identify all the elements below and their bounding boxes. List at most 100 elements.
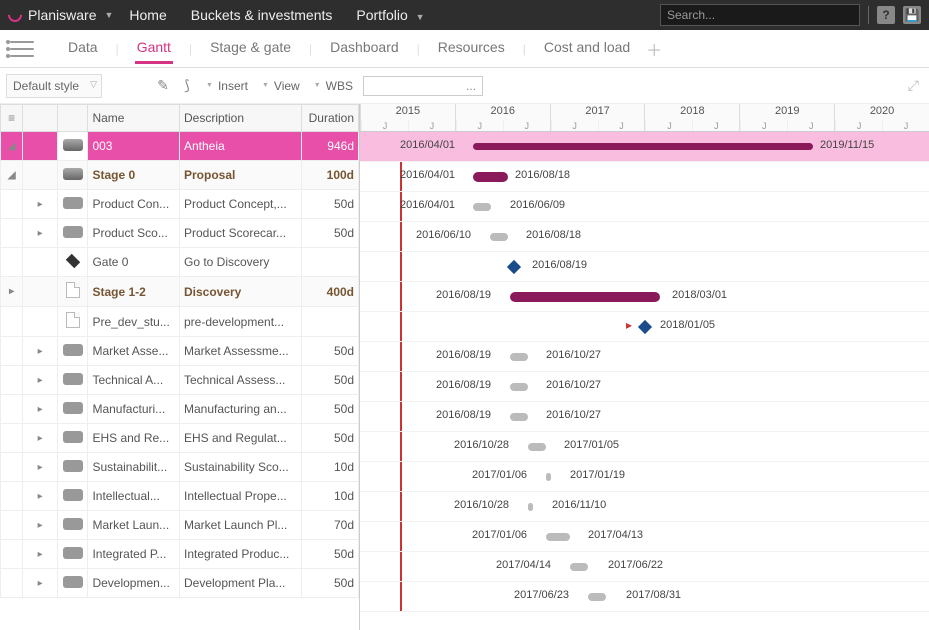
save-icon[interactable]: 💾 xyxy=(903,6,921,24)
expand-toggle-2[interactable] xyxy=(23,277,58,307)
expand-toggle[interactable] xyxy=(1,219,23,248)
col-head-expand[interactable]: ≡ xyxy=(1,105,23,132)
expand-toggle[interactable] xyxy=(1,453,23,482)
tab-dashboard[interactable]: Dashboard xyxy=(328,33,401,64)
gantt-bar[interactable] xyxy=(473,203,491,211)
table-row[interactable]: ▸Product Sco...Product Scorecar...50d xyxy=(1,219,359,248)
table-row[interactable]: ▸Market Laun...Market Launch Pl...70d xyxy=(1,511,359,540)
gantt-bar[interactable] xyxy=(528,503,533,511)
gantt-bar[interactable] xyxy=(510,383,528,391)
tab-data[interactable]: Data xyxy=(66,33,100,64)
gantt-bar[interactable] xyxy=(510,413,528,421)
search-input[interactable] xyxy=(660,4,860,26)
tab-cost-load[interactable]: Cost and load xyxy=(542,33,632,64)
help-icon[interactable]: ? xyxy=(877,6,895,24)
col-head-dur[interactable]: Duration xyxy=(302,105,359,132)
expand-toggle-2[interactable]: ▸ xyxy=(23,569,58,598)
gantt-row[interactable]: 2016/08/192016/10/27 xyxy=(360,342,929,372)
expand-toggle[interactable] xyxy=(1,395,23,424)
gantt-row[interactable]: 2016/06/102016/08/18 xyxy=(360,222,929,252)
expand-toggle-2[interactable]: ▸ xyxy=(23,190,58,219)
expand-toggle[interactable] xyxy=(1,366,23,395)
gantt-row[interactable]: 2016/08/192016/10/27 xyxy=(360,372,929,402)
gantt-bar[interactable] xyxy=(546,473,551,481)
expand-toggle-2[interactable]: ▸ xyxy=(23,219,58,248)
topnav-buckets[interactable]: Buckets & investments xyxy=(191,7,333,23)
expand-toggle-2[interactable]: ▸ xyxy=(23,337,58,366)
gantt-row[interactable]: 2016/04/012019/11/15 xyxy=(360,132,929,162)
expand-toggle[interactable] xyxy=(1,540,23,569)
col-head-desc[interactable]: Description xyxy=(179,105,301,132)
gantt-row[interactable]: 2016/08/192018/03/01 xyxy=(360,282,929,312)
table-row[interactable]: ▸Manufacturi...Manufacturing an...50d xyxy=(1,395,359,424)
table-row[interactable]: ◢003Antheia946d xyxy=(1,132,359,161)
expand-toggle-2[interactable]: ▸ xyxy=(23,453,58,482)
gantt-bar[interactable] xyxy=(528,443,546,451)
view-menu[interactable]: View xyxy=(258,77,304,95)
tab-gantt[interactable]: Gantt xyxy=(135,33,173,64)
expand-toggle-2[interactable]: ▸ xyxy=(23,482,58,511)
table-row[interactable]: Gate 0Go to Discovery xyxy=(1,248,359,277)
toolbar-more[interactable]: ... xyxy=(363,76,483,96)
insert-menu[interactable]: Insert xyxy=(202,77,252,95)
gantt-row[interactable]: 2017/01/062017/01/19 xyxy=(360,462,929,492)
list-menu-icon[interactable] xyxy=(8,39,36,59)
expand-toggle[interactable]: ▸ xyxy=(1,277,23,307)
expand-toggle-2[interactable] xyxy=(23,161,58,190)
gantt-bar[interactable] xyxy=(490,233,508,241)
table-row[interactable]: Pre_dev_stu...pre-development... xyxy=(1,307,359,337)
table-row[interactable]: ▸EHS and Re...EHS and Regulat...50d xyxy=(1,424,359,453)
table-row[interactable]: ▸Product Con...Product Concept,...50d xyxy=(1,190,359,219)
gantt-bar[interactable] xyxy=(588,593,606,601)
gantt-bar[interactable] xyxy=(510,292,660,302)
edit-icon[interactable]: ✎ xyxy=(154,77,172,95)
col-head-sub[interactable] xyxy=(23,105,58,132)
gantt-bar[interactable] xyxy=(473,143,813,150)
expand-toggle[interactable]: ◢ xyxy=(1,161,23,190)
expand-toggle[interactable] xyxy=(1,569,23,598)
tab-stage-gate[interactable]: Stage & gate xyxy=(208,33,293,64)
gantt-row[interactable]: 2017/04/142017/06/22 xyxy=(360,552,929,582)
table-row[interactable]: ▸Technical A...Technical Assess...50d xyxy=(1,366,359,395)
brand[interactable]: Planisware ▼ xyxy=(8,7,113,23)
expand-toggle-2[interactable]: ▸ xyxy=(23,511,58,540)
gantt-bar[interactable] xyxy=(510,353,528,361)
table-row[interactable]: ▸Sustainabilit...Sustainability Sco...10… xyxy=(1,453,359,482)
expand-toggle[interactable] xyxy=(1,337,23,366)
gantt-row[interactable]: 2016/10/282016/11/10 xyxy=(360,492,929,522)
expand-toggle-2[interactable] xyxy=(23,132,58,161)
expand-toggle-2[interactable]: ▸ xyxy=(23,366,58,395)
gantt-bar[interactable] xyxy=(473,172,508,182)
gantt-bar[interactable] xyxy=(570,563,588,571)
gantt-body[interactable]: 2016/04/012019/11/152016/04/012016/08/18… xyxy=(360,132,929,612)
expand-toggle-2[interactable] xyxy=(23,248,58,277)
expand-toggle[interactable] xyxy=(1,307,23,337)
gantt-row[interactable]: 2016/04/012016/08/18 xyxy=(360,162,929,192)
expand-toggle-2[interactable]: ▸ xyxy=(23,540,58,569)
expand-toggle-2[interactable]: ▸ xyxy=(23,424,58,453)
gantt-row[interactable]: 2017/06/232017/08/31 xyxy=(360,582,929,612)
expand-toggle[interactable] xyxy=(1,424,23,453)
expand-toggle[interactable] xyxy=(1,482,23,511)
table-row[interactable]: ▸Stage 1-2Discovery400d xyxy=(1,277,359,307)
expand-toggle-2[interactable] xyxy=(23,307,58,337)
expand-toggle[interactable]: ◢ xyxy=(1,132,23,161)
topnav-home[interactable]: Home xyxy=(129,7,166,23)
gantt-row[interactable]: 2017/01/062017/04/13 xyxy=(360,522,929,552)
gantt-row[interactable]: 2016/08/192016/10/27 xyxy=(360,402,929,432)
pin-icon[interactable]: ⟆ xyxy=(178,77,196,95)
table-row[interactable]: ▸Intellectual...Intellectual Prope...10d xyxy=(1,482,359,511)
tab-resources[interactable]: Resources xyxy=(436,33,507,64)
expand-toggle[interactable] xyxy=(1,511,23,540)
wbs-menu[interactable]: WBS xyxy=(310,77,357,95)
table-row[interactable]: ◢Stage 0Proposal100d xyxy=(1,161,359,190)
table-row[interactable]: ▸Market Asse...Market Assessme...50d xyxy=(1,337,359,366)
col-head-icon[interactable] xyxy=(57,105,88,132)
table-row[interactable]: ▸Developmen...Development Pla...50d xyxy=(1,569,359,598)
gantt-row[interactable]: 2016/04/012016/06/09 xyxy=(360,192,929,222)
table-row[interactable]: ▸Integrated P...Integrated Produc...50d xyxy=(1,540,359,569)
expand-toggle-2[interactable]: ▸ xyxy=(23,395,58,424)
add-tab-button[interactable]: ＋ xyxy=(646,37,662,61)
gantt-bar[interactable] xyxy=(546,533,570,541)
gantt-row[interactable]: ▸2018/01/05 xyxy=(360,312,929,342)
